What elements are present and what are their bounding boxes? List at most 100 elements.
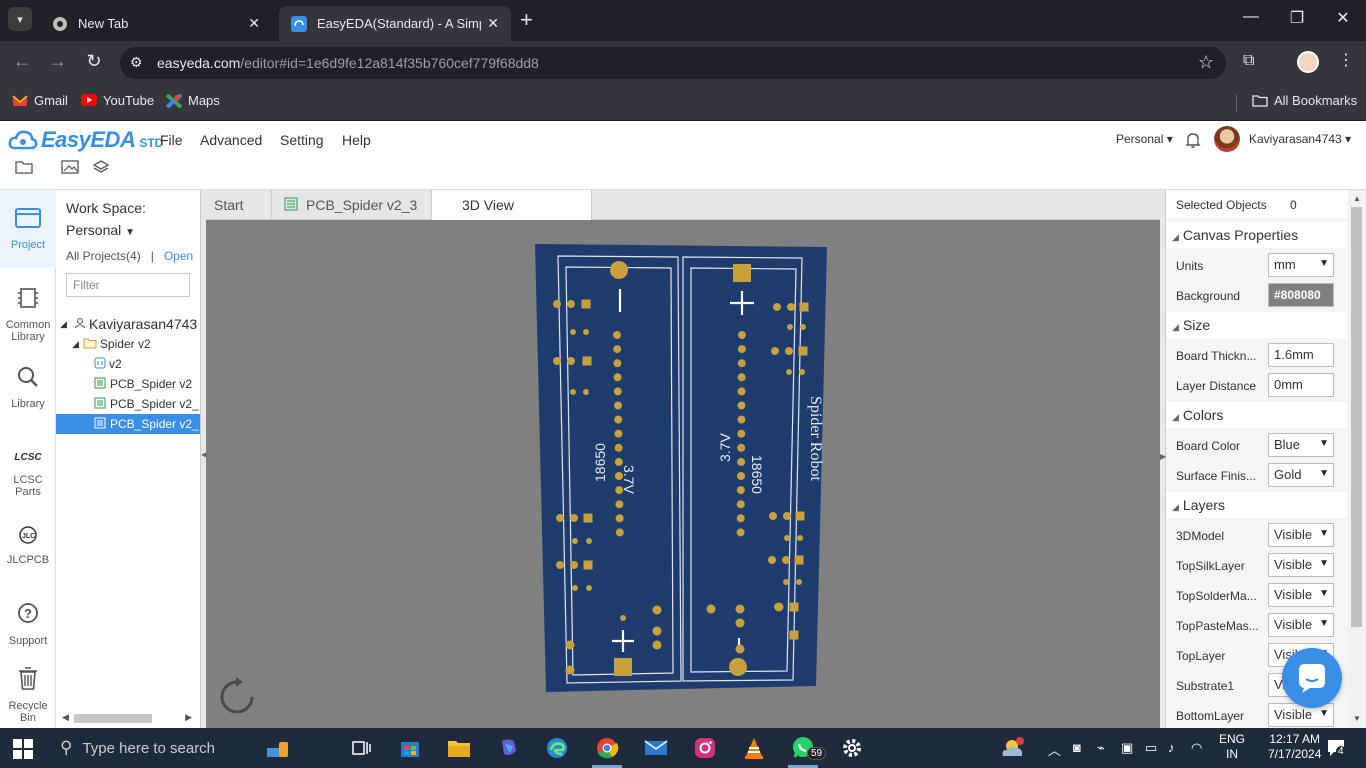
bookmark-gmail[interactable]: Gmail	[12, 93, 68, 108]
language-indicator[interactable]: ENG IN	[1219, 732, 1245, 762]
section-layers[interactable]: ◢ Layers	[1166, 492, 1348, 518]
menu-file[interactable]: File	[160, 132, 183, 148]
section-canvas-properties[interactable]: ◢ Canvas Properties	[1166, 222, 1348, 248]
filter-input[interactable]	[66, 273, 190, 297]
tray-battery-icon[interactable]: ▭	[1145, 740, 1157, 756]
open-image-icon[interactable]	[60, 159, 80, 178]
scrollbar-thumb[interactable]	[1351, 207, 1362, 627]
browser-tab-new-tab[interactable]: New Tab ✕	[40, 6, 272, 41]
back-icon[interactable]: ←	[10, 51, 34, 72]
section-size[interactable]: ◢ Size	[1166, 312, 1348, 338]
tab-pcb-spider-v2-3[interactable]: PCB_Spider v2_3	[272, 190, 432, 220]
scroll-up-icon[interactable]: ▲	[1353, 194, 1361, 203]
workspace-switcher[interactable]: Personal ▾	[1116, 132, 1173, 146]
layer-visibility-select[interactable]: Visible▼	[1268, 553, 1334, 577]
forward-icon[interactable]: →	[46, 51, 70, 72]
user-avatar[interactable]	[1214, 126, 1240, 152]
workspace-select[interactable]: Personal ▼	[66, 222, 135, 238]
rail-support[interactable]: ? Support	[0, 602, 56, 647]
open-link[interactable]: Open	[164, 249, 193, 263]
scroll-right-icon[interactable]: ▶	[185, 712, 192, 723]
expand-triangle-icon[interactable]: ◢	[72, 339, 79, 350]
minimize-icon[interactable]: —	[1236, 8, 1266, 26]
layer-visibility-select[interactable]: Visible▼	[1268, 523, 1334, 547]
layers-icon[interactable]	[92, 159, 110, 178]
scroll-down-icon[interactable]: ▼	[1353, 714, 1361, 723]
rail-recycle-bin[interactable]: Recycle Bin	[0, 665, 56, 724]
horizontal-scrollbar[interactable]: ◀ ▶	[62, 712, 196, 724]
close-window-icon[interactable]: ✕	[1328, 8, 1358, 28]
restore-icon[interactable]: ❐	[1282, 8, 1312, 28]
layer-visibility-select[interactable]: Visible▼	[1268, 583, 1334, 607]
rail-library[interactable]: Library	[0, 365, 56, 410]
rail-project[interactable]: Project	[0, 206, 56, 251]
tab-search-button[interactable]: ▾	[8, 7, 32, 31]
rail-common-library[interactable]: Common Library	[0, 286, 56, 343]
chrome-icon[interactable]	[593, 734, 621, 762]
user-menu[interactable]: Kaviyarasan4743 ▾	[1249, 132, 1351, 146]
settings-gear-icon[interactable]	[838, 734, 866, 762]
browser-menu-icon[interactable]: ⋮	[1338, 50, 1354, 70]
easyeda-logo[interactable]: EasyEDA STD	[8, 127, 163, 153]
menu-help[interactable]: Help	[342, 132, 371, 148]
windows-start-icon[interactable]	[13, 739, 33, 762]
copilot-icon[interactable]	[494, 734, 522, 762]
bell-icon[interactable]	[1184, 131, 1202, 154]
bookmark-youtube[interactable]: YouTube	[81, 93, 154, 108]
tab-3d-view[interactable]: 3D View	[432, 190, 592, 220]
tree-project-folder[interactable]: ◢ Spider v2	[56, 334, 200, 354]
support-chat-button[interactable]	[1282, 648, 1342, 708]
tree-item-pcb-selected[interactable]: PCB_Spider v2_	[56, 414, 200, 434]
reset-rotation-icon[interactable]	[214, 674, 260, 720]
address-bar[interactable]: ⚙ easyeda.com/editor#id=1e6d9fe12a814f35…	[120, 47, 1226, 79]
menu-setting[interactable]: Setting	[280, 132, 324, 148]
bookmark-maps[interactable]: Maps	[165, 92, 220, 109]
vertical-scrollbar[interactable]: ▲ ▼	[1348, 190, 1366, 728]
vlc-icon[interactable]	[740, 734, 768, 762]
reload-icon[interactable]: ↻	[82, 51, 106, 72]
site-info-icon[interactable]: ⚙	[130, 54, 143, 71]
tab-start[interactable]: Start	[206, 190, 272, 220]
scrollbar-thumb[interactable]	[74, 714, 152, 723]
close-tab-icon[interactable]: ✕	[487, 15, 499, 32]
tray-display-icon[interactable]: ▣	[1121, 740, 1133, 756]
units-select[interactable]: mm ▼	[1268, 253, 1334, 277]
background-color-input[interactable]: #808080	[1268, 283, 1334, 307]
section-colors[interactable]: ◢ Colors	[1166, 402, 1348, 428]
tray-chevron-icon[interactable]: ︿	[1048, 740, 1061, 759]
extensions-icon[interactable]: ⧉	[1243, 52, 1254, 70]
widget-books-icon[interactable]	[264, 734, 292, 762]
tray-wifi-icon[interactable]: ◠	[1191, 740, 1202, 756]
close-tab-icon[interactable]: ✕	[248, 15, 260, 32]
expand-triangle-icon[interactable]: ◢	[60, 319, 68, 330]
weather-icon[interactable]	[998, 734, 1026, 762]
3d-canvas[interactable]: 18650 3.7V 3.7V 18650 Spider Robot	[206, 220, 1160, 728]
bookmark-star-icon[interactable]: ☆	[1198, 52, 1214, 73]
instagram-icon[interactable]	[691, 734, 719, 762]
scroll-left-icon[interactable]: ◀	[62, 712, 69, 723]
all-projects-link[interactable]: All Projects(4)	[66, 249, 141, 263]
rail-jlcpcb[interactable]: JLC JLCPCB	[0, 525, 56, 566]
task-view-icon[interactable]	[347, 734, 375, 762]
tree-item-schematic[interactable]: v2	[56, 354, 200, 374]
tree-item-pcb[interactable]: PCB_Spider v2	[56, 374, 200, 394]
tray-volume-icon[interactable]: ♪	[1168, 740, 1175, 755]
surface-finish-select[interactable]: Gold ▼	[1268, 463, 1334, 487]
layer-distance-input[interactable]: 0mm	[1268, 373, 1334, 397]
menu-advanced[interactable]: Advanced	[200, 132, 262, 148]
notification-center-icon[interactable]: 4	[1326, 738, 1348, 761]
mail-icon[interactable]	[642, 734, 670, 762]
tree-item-pcb[interactable]: PCB_Spider v2_	[56, 394, 200, 414]
board-thickness-input[interactable]: 1.6mm	[1268, 343, 1334, 367]
taskbar-search[interactable]: ⚲ Type here to search	[48, 728, 252, 768]
microsoft-store-icon[interactable]	[396, 734, 424, 762]
file-explorer-icon[interactable]	[445, 734, 473, 762]
edge-icon[interactable]	[543, 734, 571, 762]
pcb-3d-render[interactable]: 18650 3.7V 3.7V 18650 Spider Robot	[206, 220, 1160, 728]
rail-lcsc-parts[interactable]: LCSC LCSC Parts	[0, 446, 56, 498]
folder-icon[interactable]	[14, 159, 34, 178]
browser-tab-easyeda[interactable]: EasyEDA(Standard) - A Simple a ✕	[279, 6, 511, 41]
all-bookmarks[interactable]: All Bookmarks	[1252, 93, 1357, 108]
profile-avatar[interactable]	[1297, 51, 1319, 73]
new-tab-button[interactable]: +	[520, 8, 533, 32]
